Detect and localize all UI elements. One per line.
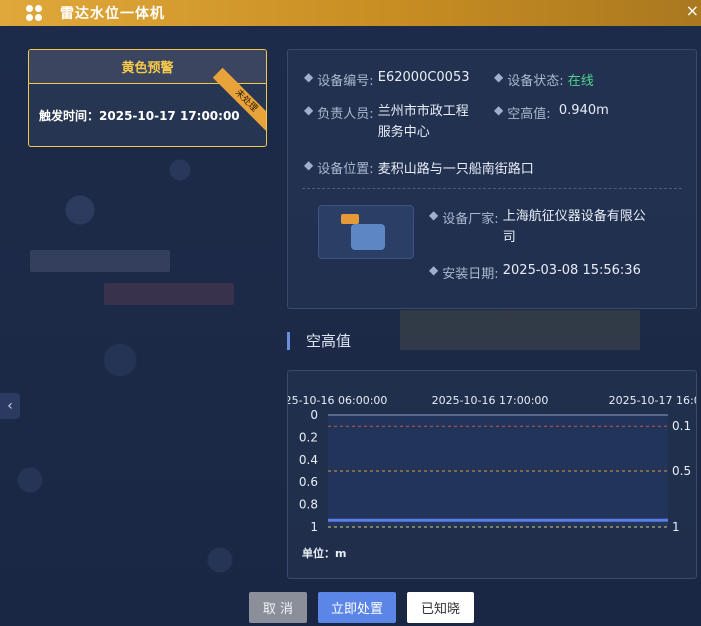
app-logo-icon	[26, 5, 42, 21]
diamond-icon: ◆	[494, 70, 504, 84]
height-label: 空高值:	[507, 107, 551, 122]
install-value: 2025-03-08 15:56:36	[502, 263, 641, 278]
diamond-icon: ◆	[304, 70, 314, 84]
location-label: 设备位置:	[317, 162, 374, 177]
close-icon[interactable]: ×	[686, 1, 699, 20]
y-tick-label: 0	[310, 408, 318, 422]
threshold-label: 1	[672, 520, 680, 534]
window-title: 雷达水位一体机	[60, 6, 165, 22]
install-label: 安装日期:	[442, 267, 499, 282]
device-info-panel: ◆ 设备编号: E62000C0053 ◆ 设备状态: 在线 ◆ 负责人员: 兰…	[287, 49, 697, 309]
y-tick-label: 0.2	[299, 430, 318, 444]
x-tick-label: 2025-10-16 17:00:00	[432, 394, 549, 407]
install-row: ◆ 安装日期: 2025-03-08 15:56:36	[429, 263, 641, 282]
y-tick-label: 1	[310, 520, 318, 534]
device-id-row: ◆ 设备编号: E62000C0053	[304, 70, 470, 89]
maker-value-line1: 上海航征仪器设备有限公	[502, 209, 646, 224]
divider	[302, 188, 682, 189]
acknowledge-button[interactable]: 已知晓	[407, 592, 474, 623]
trigger-time-value: 2025-10-17 17:00:00	[99, 109, 240, 123]
diamond-icon: ◆	[429, 208, 439, 222]
chart-panel: 25-10-16 06:00:00 2025-10-16 17:00:00 2025…	[287, 370, 697, 579]
diamond-icon: ◆	[429, 263, 439, 277]
alert-card[interactable]: 黄色预警 未处理 触发时间：2025-10-17 17:00:00	[28, 49, 267, 147]
device-id-label: 设备编号:	[317, 74, 374, 89]
y-tick-label: 0.8	[299, 498, 318, 512]
line-chart: 25-10-16 06:00:00 2025-10-16 17:00:00 2025…	[288, 394, 696, 560]
device-status-row: ◆ 设备状态: 在线	[494, 70, 594, 89]
threshold-label: 0.5	[672, 464, 691, 478]
threshold-label: 0.1	[672, 419, 691, 433]
device-id-value: E62000C0053	[377, 70, 470, 85]
person-label: 负责人员:	[317, 107, 374, 122]
x-tick-label: 25-10-16 06:00:00	[288, 394, 387, 407]
maker-row: ◆ 设备厂家: 上海航征仪器设备有限公 司	[429, 208, 646, 248]
section-title: 空高值	[287, 332, 351, 350]
y-tick-label: 0.4	[299, 453, 318, 467]
diamond-icon: ◆	[304, 158, 314, 172]
device-image	[318, 205, 414, 259]
diamond-icon: ◆	[304, 103, 314, 117]
y-tick-label: 0.6	[299, 475, 318, 489]
x-tick-label: 2025-10-17 16:00:	[609, 394, 696, 407]
height-row: ◆ 空高值: 0.940m	[494, 103, 609, 122]
trigger-time: 触发时间：2025-10-17 17:00:00	[39, 107, 240, 124]
location-row: ◆ 设备位置: 麦积山路与一只船南街路口	[304, 158, 534, 177]
person-value-line1: 兰州市市政工程	[377, 104, 469, 119]
device-status-label: 设备状态:	[507, 74, 564, 89]
maker-label: 设备厂家:	[442, 212, 499, 227]
handle-now-button[interactable]: 立即处置	[318, 592, 396, 623]
trigger-time-label: 触发时间：	[39, 109, 100, 123]
person-row: ◆ 负责人员: 兰州市市政工程 服务中心	[304, 103, 469, 143]
device-status-value: 在线	[567, 74, 594, 89]
person-value-line2: 服务中心	[377, 125, 430, 140]
cancel-button[interactable]: 取 消	[249, 592, 307, 623]
diamond-icon: ◆	[494, 103, 504, 117]
location-value: 麦积山路与一只船南街路口	[377, 162, 534, 177]
height-value: 0.940m	[558, 103, 609, 118]
maker-value-line2: 司	[502, 230, 516, 245]
unit-label: 单位：m	[302, 546, 346, 560]
collapse-panel-button[interactable]: ‹	[0, 393, 20, 419]
title-bar: 雷达水位一体机 ×	[0, 0, 701, 26]
chevron-left-icon: ‹	[7, 398, 13, 414]
